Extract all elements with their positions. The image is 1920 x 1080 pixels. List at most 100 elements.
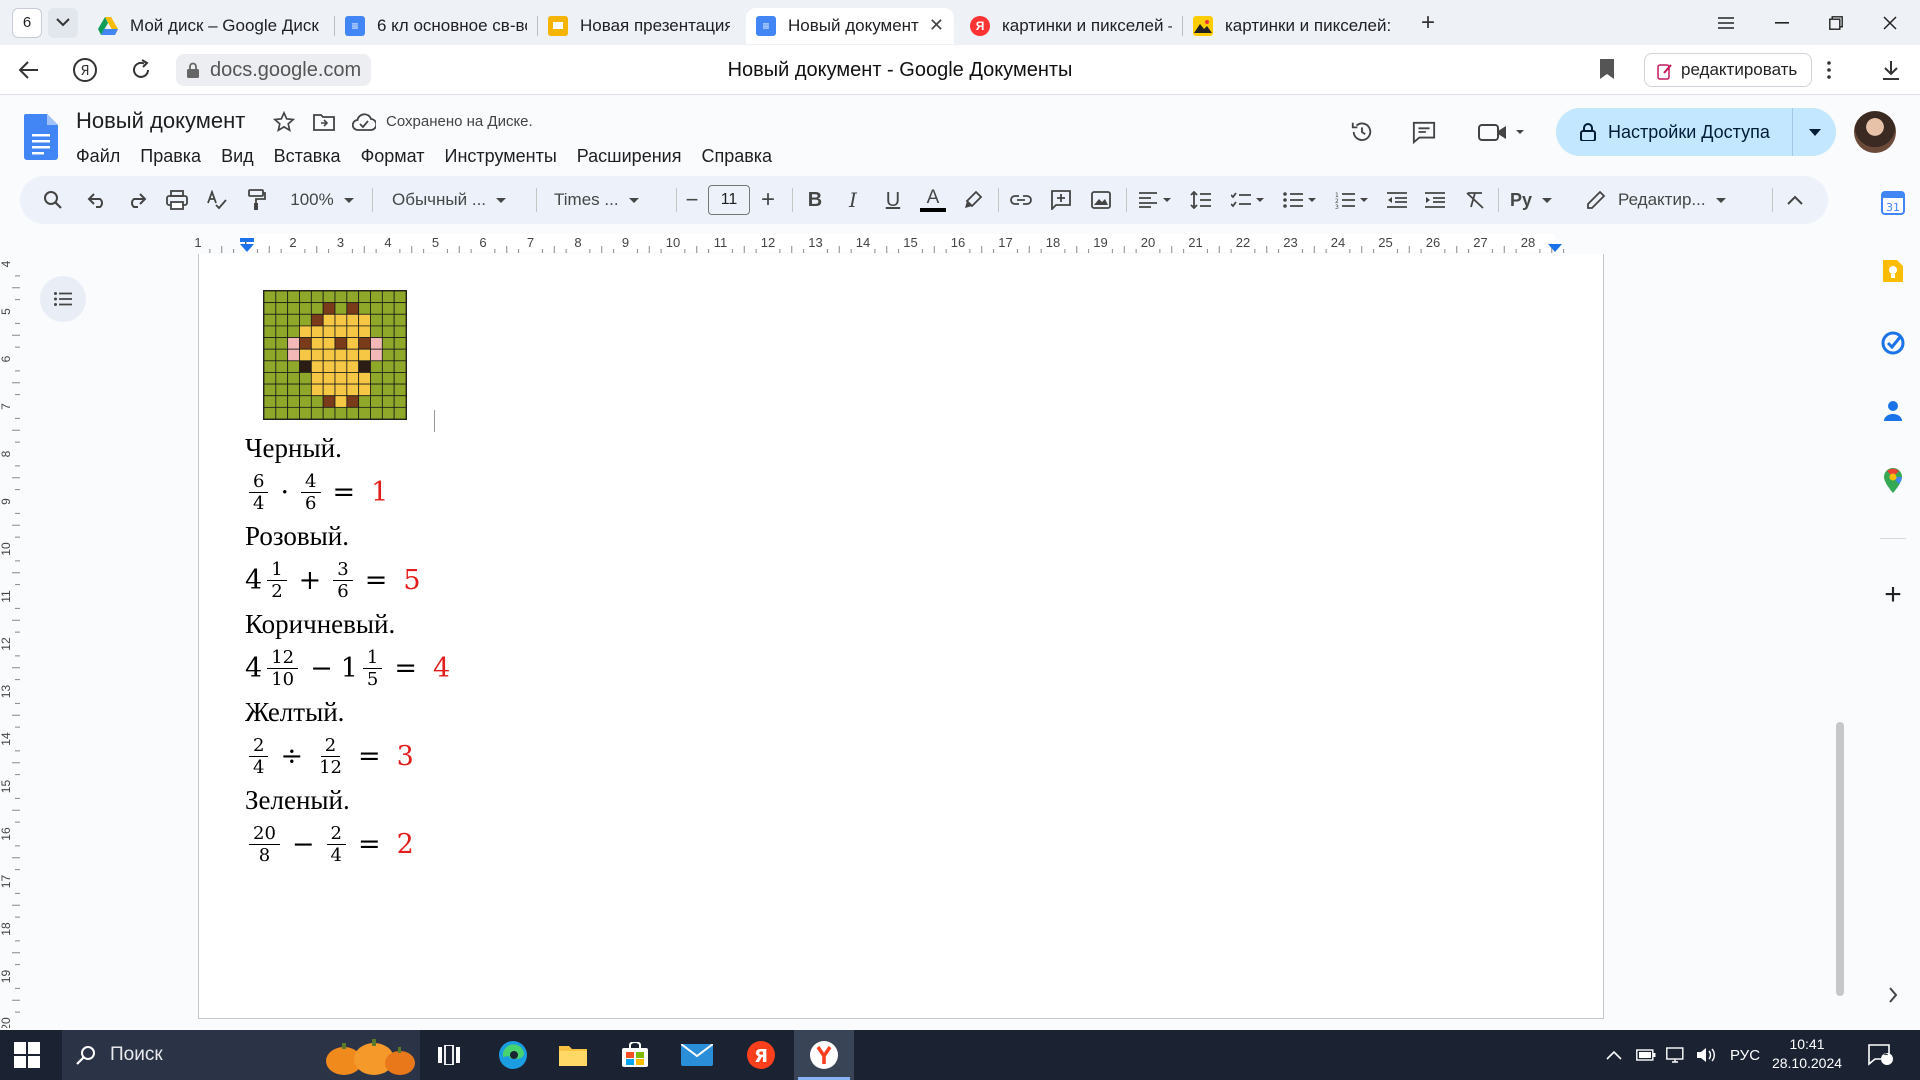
edge-icon[interactable] <box>496 1038 530 1072</box>
redo-icon[interactable] <box>122 185 152 215</box>
contacts-icon[interactable] <box>1880 398 1906 424</box>
paragraph-style-select[interactable]: Обычный ... <box>386 185 526 215</box>
editing-mode-select[interactable]: Редактир... <box>1586 185 1742 215</box>
math-equation[interactable]: 2 4 ÷ 2 12 = 3 <box>245 730 450 782</box>
checklist-icon[interactable] <box>1226 185 1270 215</box>
share-main[interactable]: Настройки Доступа <box>1556 108 1792 156</box>
color-label[interactable]: Черный. <box>245 430 450 466</box>
line-spacing-icon[interactable] <box>1186 185 1216 215</box>
vertical-scrollbar[interactable] <box>1836 722 1844 996</box>
spellcheck-icon[interactable] <box>202 185 232 215</box>
chevron-right-icon[interactable] <box>1880 982 1906 1008</box>
insert-image-icon[interactable] <box>1086 185 1116 215</box>
tray-show-hidden-icon[interactable] <box>1606 1030 1622 1080</box>
restore-window-icon[interactable] <box>1808 0 1863 45</box>
zoom-select[interactable]: 100% <box>282 185 362 215</box>
share-button[interactable]: Настройки Доступа <box>1556 108 1836 156</box>
taskbar-clock[interactable]: 10:41 28.10.2024 <box>1762 1035 1852 1073</box>
back-arrow-icon[interactable] <box>14 55 44 85</box>
network-icon[interactable] <box>1666 1030 1686 1080</box>
menu-help[interactable]: Справка <box>691 142 782 171</box>
taskbar-search-box[interactable]: Поиск <box>62 1030 420 1080</box>
reload-icon[interactable] <box>126 55 156 85</box>
browser-tab-doc-fractions[interactable]: ≡ 6 кл основное св-во дроб <box>335 8 537 44</box>
keep-icon[interactable] <box>1880 258 1906 284</box>
menu-edit[interactable]: Правка <box>130 142 211 171</box>
document-page[interactable]: Черный. 6 4 · 4 6 = 1 Розовый. 4 1 2 +3 6 = 5 Коричневый… <box>198 254 1604 1019</box>
print-icon[interactable] <box>162 185 192 215</box>
cloud-saved-icon[interactable] <box>352 110 376 134</box>
horizontal-ruler[interactable]: 1 1 2 3 4 5 6 7 8 9 10 11 12 13 14 15 16 17 18 19 20 21 22 23 24… <box>0 232 1830 254</box>
file-explorer-icon[interactable] <box>556 1038 590 1072</box>
search-menus-icon[interactable] <box>38 185 68 215</box>
browser-tab-yandex-search[interactable]: Я картинки и пикселей — Я <box>960 8 1182 44</box>
browser-tab-slides[interactable]: Новая презентация - Goo <box>538 8 740 44</box>
highlight-color-icon[interactable] <box>958 185 988 215</box>
vertical-ruler[interactable]: 4 5 6 7 8 9 10 11 12 13 14 15 16 17 18 19 20 <box>0 254 20 1061</box>
tab-count-button[interactable]: 6 <box>12 7 42 38</box>
tab-list-chevron-icon[interactable] <box>48 7 78 38</box>
browser-menu-icon[interactable] <box>1698 0 1753 45</box>
notifications-icon[interactable]: 1 <box>1868 1030 1894 1080</box>
math-equation[interactable]: 4 12 10−1 1 5 = 4 <box>245 642 450 694</box>
text-color-icon[interactable]: A <box>918 185 948 215</box>
task-view-icon[interactable] <box>432 1038 466 1072</box>
menu-view[interactable]: Вид <box>211 142 264 171</box>
close-window-icon[interactable] <box>1862 0 1917 45</box>
edit-page-button[interactable]: редактировать <box>1644 53 1813 87</box>
yandex-home-icon[interactable]: Я <box>70 55 100 85</box>
input-language-indicator[interactable]: РУС <box>1730 1030 1760 1080</box>
numbered-list-icon[interactable]: 123 <box>1330 185 1374 215</box>
undo-icon[interactable] <box>82 185 112 215</box>
math-equation[interactable]: 20 8−2 4 = 2 <box>245 818 450 870</box>
download-icon[interactable] <box>1876 55 1906 85</box>
browser-tab-drive[interactable]: Мой диск – Google Диск <box>88 8 334 44</box>
share-dropdown-icon[interactable] <box>1792 108 1836 156</box>
tasks-icon[interactable] <box>1880 330 1906 356</box>
increase-indent-icon[interactable] <box>1420 185 1450 215</box>
user-avatar[interactable] <box>1854 111 1896 153</box>
bookmark-icon[interactable] <box>1598 58 1616 80</box>
decrease-indent-icon[interactable] <box>1382 185 1412 215</box>
star-icon[interactable] <box>272 110 296 134</box>
tab-close-icon[interactable]: ✕ <box>929 15 944 36</box>
paint-format-icon[interactable] <box>242 185 272 215</box>
get-addons-plus-icon[interactable]: + <box>1880 578 1906 611</box>
align-select-icon[interactable] <box>1134 185 1178 215</box>
menu-extensions[interactable]: Расширения <box>567 142 692 171</box>
bulleted-list-icon[interactable] <box>1278 185 1322 215</box>
underline-icon[interactable]: U <box>878 185 908 215</box>
color-label[interactable]: Коричневый. <box>245 606 450 642</box>
insert-link-icon[interactable] <box>1006 185 1036 215</box>
version-history-icon[interactable] <box>1350 120 1374 144</box>
document-canvas[interactable]: Черный. 6 4 · 4 6 = 1 Розовый. 4 1 2 +3 6 = 5 Коричневый… <box>20 254 1830 1028</box>
url-field[interactable]: docs.google.com <box>176 54 372 86</box>
add-comment-icon[interactable] <box>1046 185 1076 215</box>
menu-file[interactable]: Файл <box>66 142 130 171</box>
document-body[interactable]: Черный. 6 4 · 4 6 = 1 Розовый. 4 1 2 +3 6 = 5 Коричневый… <box>245 430 450 870</box>
microsoft-store-icon[interactable] <box>618 1038 652 1072</box>
font-family-select[interactable]: Times ... <box>548 185 668 215</box>
menu-format[interactable]: Формат <box>351 142 435 171</box>
mail-icon[interactable] <box>680 1038 714 1072</box>
color-label[interactable]: Розовый. <box>245 518 450 554</box>
battery-icon[interactable] <box>1636 1030 1656 1080</box>
new-tab-plus-icon[interactable]: + <box>1413 8 1443 38</box>
yandex-icon[interactable] <box>807 1038 841 1072</box>
minimize-window-icon[interactable] <box>1754 0 1809 45</box>
menu-tools[interactable]: Инструменты <box>435 142 567 171</box>
ruler-first-line-indent-marker[interactable] <box>240 238 254 242</box>
calendar-icon[interactable]: 31 <box>1880 190 1906 216</box>
comments-icon[interactable] <box>1412 120 1436 144</box>
maps-icon[interactable] <box>1880 468 1906 494</box>
pixel-art-image[interactable] <box>263 290 407 420</box>
volume-icon[interactable] <box>1696 1030 1716 1080</box>
clear-formatting-icon[interactable] <box>1460 185 1490 215</box>
move-folder-icon[interactable] <box>312 110 336 134</box>
google-docs-logo-icon[interactable] <box>24 114 58 160</box>
meet-video-icon[interactable] <box>1478 120 1526 144</box>
input-tools-icon[interactable]: Py <box>1506 185 1556 215</box>
decrease-font-size-icon[interactable]: − <box>682 185 702 215</box>
document-outline-icon[interactable] <box>40 276 86 322</box>
font-size-input[interactable]: 11 <box>708 185 750 215</box>
